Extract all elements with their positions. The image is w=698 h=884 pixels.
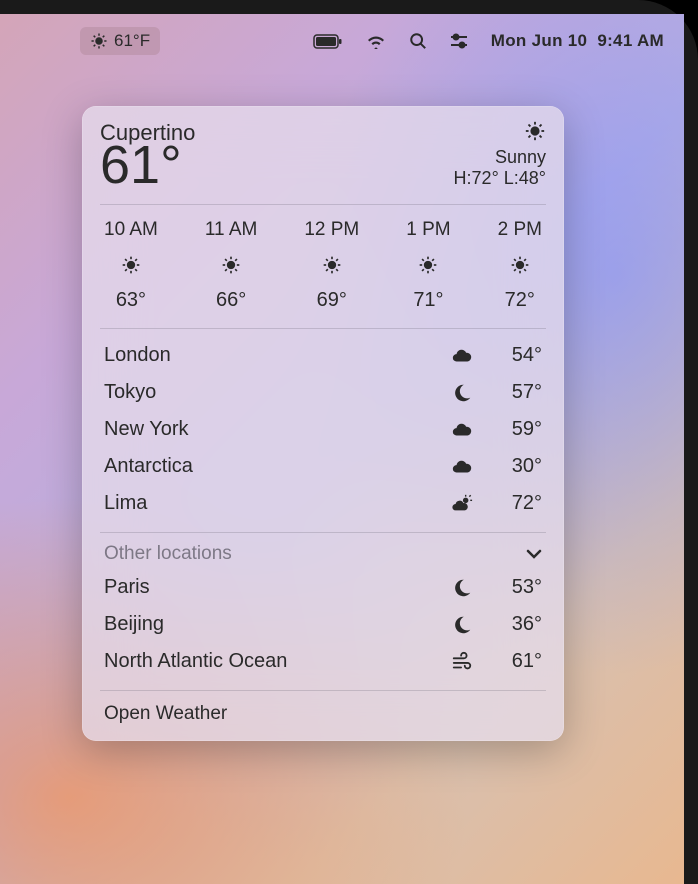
other-locations-list: Paris 53°Beijing 36°North Atlantic Ocean… (100, 569, 546, 691)
hour-temp: 72° (505, 289, 535, 312)
moon-icon (442, 382, 482, 404)
location-name: Lima (104, 492, 442, 515)
location-name: London (104, 344, 442, 367)
sun-icon (221, 255, 241, 275)
open-weather-label: Open Weather (104, 703, 227, 724)
hour-column: 1 PM 71° (406, 219, 450, 312)
location-row[interactable]: New York 59° (100, 411, 546, 448)
location-temp: 61° (482, 650, 542, 673)
location-temp: 30° (482, 455, 542, 478)
location-row[interactable]: North Atlantic Ocean 61° (100, 643, 546, 680)
sun-icon (510, 255, 530, 275)
moon-icon (442, 577, 482, 599)
hour-column: 10 AM 63° (104, 219, 158, 312)
location-row[interactable]: Antarctica 30° (100, 448, 546, 485)
chevron-down-icon (526, 549, 542, 559)
open-weather-button[interactable]: Open Weather (100, 691, 546, 729)
wifi-icon[interactable] (365, 33, 387, 49)
hour-time: 10 AM (104, 219, 158, 241)
other-locations-label: Other locations (104, 543, 232, 565)
hourly-forecast[interactable]: 10 AM 63° 11 AM 66° 12 PM 69° 1 PM 71° 2 PM … (100, 205, 546, 329)
battery-icon[interactable] (313, 34, 343, 49)
menubar-time: 9:41 AM (597, 31, 664, 50)
hour-column: 2 PM 72° (498, 219, 542, 312)
sun-icon (524, 120, 546, 142)
location-row[interactable]: London 54° (100, 337, 546, 374)
location-name: North Atlantic Ocean (104, 650, 442, 673)
hour-temp: 71° (413, 289, 443, 312)
menubar-weather-item[interactable]: 61°F (80, 27, 160, 55)
location-temp: 72° (482, 492, 542, 515)
location-name: Paris (104, 576, 442, 599)
menubar-weather-temp: 61°F (114, 31, 150, 51)
hour-time: 12 PM (304, 219, 359, 241)
search-icon[interactable] (409, 32, 427, 50)
menubar-clock[interactable]: Mon Jun 10 9:41 AM (491, 31, 664, 51)
hour-temp: 63° (116, 289, 146, 312)
location-name: New York (104, 418, 442, 441)
hour-time: 11 AM (205, 219, 257, 241)
location-row[interactable]: Tokyo 57° (100, 374, 546, 411)
hour-time: 1 PM (406, 219, 450, 241)
control-center-icon[interactable] (449, 33, 469, 49)
location-temp: 54° (482, 344, 542, 367)
wind-icon (442, 651, 482, 673)
location-name: Antarctica (104, 455, 442, 478)
location-temp: 53° (482, 576, 542, 599)
hour-column: 11 AM 66° (205, 219, 257, 312)
hour-temp: 69° (317, 289, 347, 312)
cloud-icon (442, 345, 482, 367)
location-temp: 36° (482, 613, 542, 636)
current-conditions[interactable]: Cupertino 61° Sunny H:72° L:48° (100, 120, 546, 205)
hour-column: 12 PM 69° (304, 219, 359, 312)
cloud-icon (442, 456, 482, 478)
moon-icon (442, 614, 482, 636)
hour-temp: 66° (216, 289, 246, 312)
condition-text: Sunny (454, 147, 546, 168)
sun-icon (121, 255, 141, 275)
location-name: Tokyo (104, 381, 442, 404)
location-row[interactable]: Lima 72° (100, 485, 546, 522)
weather-dropdown-panel: Cupertino 61° Sunny H:72° L:48° 10 A (82, 106, 564, 741)
location-temp: 57° (482, 381, 542, 404)
sun-icon (90, 32, 108, 50)
saved-locations: London 54°Tokyo 57°New York 59°Antarctic… (100, 329, 546, 533)
hi-lo: H:72° L:48° (454, 168, 546, 189)
menubar-date: Mon Jun 10 (491, 31, 588, 50)
location-temp: 59° (482, 418, 542, 441)
location-name: Beijing (104, 613, 442, 636)
cloud-icon (442, 419, 482, 441)
hour-time: 2 PM (498, 219, 542, 241)
sun-icon (418, 255, 438, 275)
location-row[interactable]: Paris 53° (100, 569, 546, 606)
sun-icon (322, 255, 342, 275)
other-locations-toggle[interactable]: Other locations (100, 533, 546, 569)
current-temp: 61° (100, 138, 195, 192)
location-row[interactable]: Beijing 36° (100, 606, 546, 643)
partly-icon (442, 493, 482, 515)
menubar: 61°F Mon Jun 10 9:41 AM (0, 22, 684, 60)
